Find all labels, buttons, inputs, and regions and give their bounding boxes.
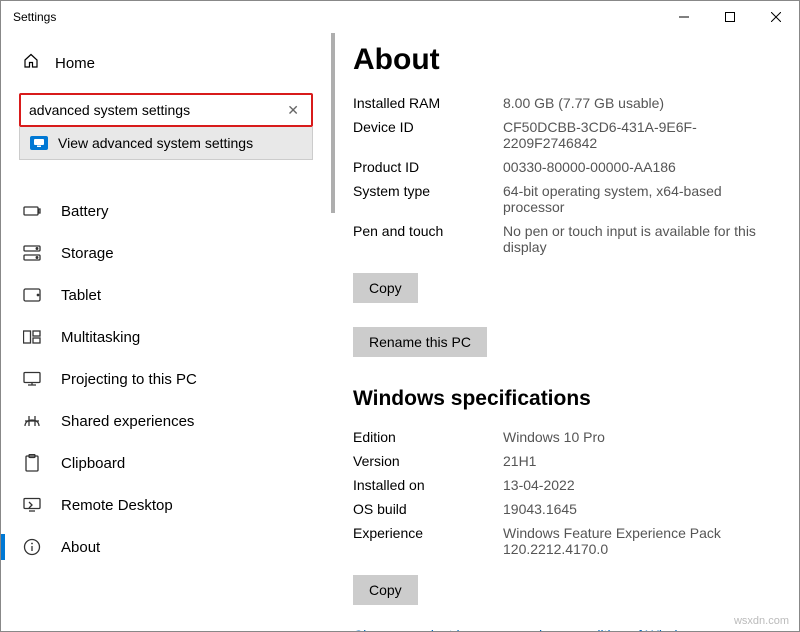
spec-row: ExperienceWindows Feature Experience Pac… — [353, 521, 783, 561]
sidebar-item-label: Projecting to this PC — [61, 371, 197, 388]
sidebar-item-about[interactable]: About — [1, 526, 331, 568]
remote-icon — [23, 496, 41, 514]
spec-value: 00330-80000-00000-AA186 — [503, 159, 783, 175]
window-title: Settings — [13, 10, 56, 24]
spec-row: Product ID00330-80000-00000-AA186 — [353, 155, 783, 179]
tablet-icon — [23, 286, 41, 304]
page-title: About — [353, 43, 783, 77]
home-label: Home — [55, 55, 95, 72]
scrollbar-thumb[interactable] — [331, 33, 335, 213]
spec-key: Experience — [353, 525, 503, 557]
storage-icon — [23, 244, 41, 262]
spec-row: Device IDCF50DCBB-3CD6-431A-9E6F-2209F27… — [353, 115, 783, 155]
shared-icon — [23, 412, 41, 430]
spec-row: Installed RAM8.00 GB (7.77 GB usable) — [353, 91, 783, 115]
home-icon — [23, 53, 39, 73]
titlebar: Settings — [1, 1, 799, 33]
spec-key: Product ID — [353, 159, 503, 175]
projecting-icon — [23, 370, 41, 388]
spec-key: Installed RAM — [353, 95, 503, 111]
minimize-button[interactable] — [661, 1, 707, 33]
change-product-key-link[interactable]: Change product key or upgrade your editi… — [353, 627, 702, 631]
clipboard-icon — [23, 454, 41, 472]
sidebar-item-label: Tablet — [61, 287, 101, 304]
sidebar: Home ✕ View advanced system settings Bat… — [1, 33, 331, 631]
sidebar-item-projecting[interactable]: Projecting to this PC — [1, 358, 331, 400]
content-area: About Installed RAM8.00 GB (7.77 GB usab… — [331, 33, 799, 631]
device-specs-table: Installed RAM8.00 GB (7.77 GB usable)Dev… — [353, 91, 783, 259]
watermark: wsxdn.com — [734, 615, 789, 627]
spec-key: Installed on — [353, 477, 503, 493]
windows-spec-title: Windows specifications — [353, 387, 783, 411]
nav-list: Battery Storage Tablet Multitasking Projecti… — [1, 190, 331, 568]
sidebar-item-label: About — [61, 539, 100, 556]
sidebar-item-label: Multitasking — [61, 329, 140, 346]
rename-pc-button[interactable]: Rename this PC — [353, 327, 487, 357]
suggestion-label: View advanced system settings — [58, 135, 253, 151]
spec-key: System type — [353, 183, 503, 215]
sidebar-item-label: Storage — [61, 245, 114, 262]
search-box[interactable]: ✕ — [19, 93, 313, 127]
spec-value: Windows Feature Experience Pack 120.2212… — [503, 525, 783, 557]
monitor-icon — [30, 136, 48, 150]
suggestion-item[interactable]: View advanced system settings — [20, 127, 312, 159]
spec-row: EditionWindows 10 Pro — [353, 425, 783, 449]
spec-key: Edition — [353, 429, 503, 445]
windows-specs-table: EditionWindows 10 ProVersion21H1Installe… — [353, 425, 783, 561]
sidebar-item-battery[interactable]: Battery — [1, 190, 331, 232]
spec-value: 19043.1645 — [503, 501, 783, 517]
sidebar-item-multitasking[interactable]: Multitasking — [1, 316, 331, 358]
spec-value: 21H1 — [503, 453, 783, 469]
sidebar-item-clipboard[interactable]: Clipboard — [1, 442, 331, 484]
spec-value: 8.00 GB (7.77 GB usable) — [503, 95, 783, 111]
spec-value: 13-04-2022 — [503, 477, 783, 493]
home-nav[interactable]: Home — [1, 43, 331, 83]
search-input[interactable] — [29, 102, 283, 118]
spec-value: 64-bit operating system, x64-based proce… — [503, 183, 783, 215]
sidebar-item-shared[interactable]: Shared experiences — [1, 400, 331, 442]
spec-row: OS build19043.1645 — [353, 497, 783, 521]
sidebar-item-label: Clipboard — [61, 455, 125, 472]
sidebar-item-storage[interactable]: Storage — [1, 232, 331, 274]
clear-search-icon[interactable]: ✕ — [283, 98, 303, 123]
spec-key: Pen and touch — [353, 223, 503, 255]
spec-row: System type64-bit operating system, x64-… — [353, 179, 783, 219]
multitasking-icon — [23, 328, 41, 346]
spec-key: OS build — [353, 501, 503, 517]
window-controls — [661, 1, 799, 33]
sidebar-item-label: Remote Desktop — [61, 497, 173, 514]
sidebar-item-label: Shared experiences — [61, 413, 194, 430]
copy-device-button[interactable]: Copy — [353, 273, 418, 303]
spec-value: No pen or touch input is available for t… — [503, 223, 783, 255]
spec-value: CF50DCBB-3CD6-431A-9E6F-2209F2746842 — [503, 119, 783, 151]
spec-row: Pen and touchNo pen or touch input is av… — [353, 219, 783, 259]
copy-windows-button[interactable]: Copy — [353, 575, 418, 605]
maximize-button[interactable] — [707, 1, 753, 33]
about-icon — [23, 538, 41, 556]
search-suggestions: View advanced system settings — [19, 127, 313, 160]
spec-key: Device ID — [353, 119, 503, 151]
spec-row: Installed on13-04-2022 — [353, 473, 783, 497]
spec-value: Windows 10 Pro — [503, 429, 783, 445]
sidebar-item-label: Battery — [61, 203, 109, 220]
sidebar-item-tablet[interactable]: Tablet — [1, 274, 331, 316]
close-button[interactable] — [753, 1, 799, 33]
spec-row: Version21H1 — [353, 449, 783, 473]
sidebar-item-remote[interactable]: Remote Desktop — [1, 484, 331, 526]
battery-icon — [23, 202, 41, 220]
spec-key: Version — [353, 453, 503, 469]
